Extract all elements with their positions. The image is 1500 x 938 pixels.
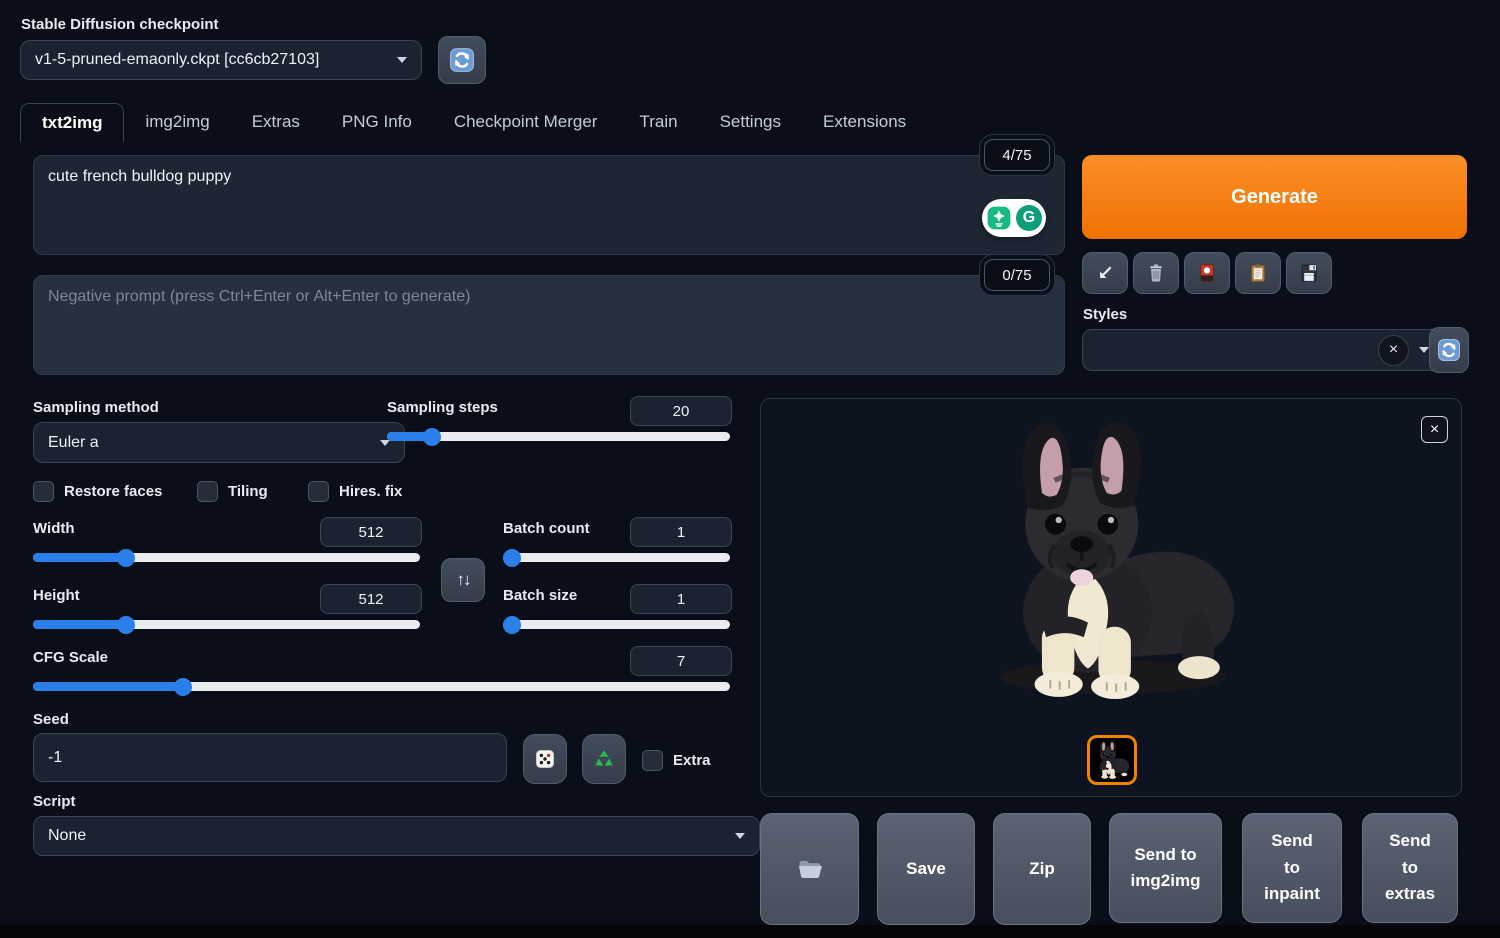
checkpoint-refresh-button[interactable] [438,36,486,84]
random-seed-button[interactable] [523,734,567,784]
tab-extensions[interactable]: Extensions [802,103,927,141]
floppy-disk-icon [1298,262,1320,284]
hires-fix-label: Hires. fix [339,483,403,500]
batch-size-input[interactable]: 1 [630,584,732,614]
zip-button[interactable]: Zip [993,813,1091,925]
height-slider[interactable] [33,615,420,634]
chevron-down-icon [397,57,407,63]
bottom-bar [0,925,1500,938]
script-label: Script [33,793,76,810]
paste-params-button[interactable] [1082,252,1128,294]
extra-networks-button[interactable] [1184,252,1230,294]
grammarly-g-icon: G [1016,205,1042,231]
tab-settings[interactable]: Settings [699,103,802,141]
recycle-icon [592,747,616,771]
height-input[interactable]: 512 [320,584,422,614]
restore-faces-option: Restore faces [33,481,162,502]
extra-seed-checkbox[interactable] [642,750,663,771]
generate-button[interactable]: Generate [1082,155,1467,239]
output-gallery-panel: × [760,398,1462,797]
batch-count-label: Batch count [503,520,590,537]
close-icon: × [1429,420,1440,438]
styles-clear-icon[interactable]: × [1378,334,1409,366]
sampling-method-label: Sampling method [33,399,159,416]
width-label: Width [33,520,75,537]
restore-faces-checkbox[interactable] [33,481,54,502]
send-to-inpaint-button[interactable]: Send to inpaint [1242,813,1342,923]
sampling-method-select[interactable]: Euler a [33,422,405,463]
save-button[interactable]: Save [877,813,975,925]
script-select[interactable]: None [33,816,760,856]
save-style-button[interactable] [1286,252,1332,294]
negative-prompt-token-counter: 0/75 [984,259,1050,291]
chevron-down-icon [735,833,745,839]
restore-faces-label: Restore faces [64,483,163,500]
clear-prompt-button[interactable] [1133,252,1179,294]
send-to-img2img-button[interactable]: Send to img2img [1109,813,1222,923]
grammarly-suggestion-icon [986,205,1012,231]
checkpoint-value: v1-5-pruned-emaonly.ckpt [cc6cb27103] [35,51,320,68]
styles-label: Styles [1083,306,1128,323]
generated-image[interactable] [954,407,1268,721]
sampling-method-value: Euler a [48,433,99,451]
gallery-thumbnail[interactable] [1087,735,1137,785]
cfg-scale-label: CFG Scale [33,649,109,666]
up-down-arrows-icon: ↑↓ [456,570,472,589]
extra-seed-label: Extra [673,752,711,769]
swap-width-height-button[interactable]: ↑↓ [441,558,485,602]
checkpoint-label: Stable Diffusion checkpoint [21,16,219,33]
negative-prompt-input[interactable] [33,275,1065,375]
extra-seed-option: Extra [642,750,711,771]
height-label: Height [33,587,80,604]
folder-icon [796,855,824,883]
styles-select[interactable]: × [1082,329,1444,371]
send-to-extras-button[interactable]: Send to extras [1362,813,1458,923]
tab-extras[interactable]: Extras [231,103,321,141]
tab-checkpoint-merger[interactable]: Checkpoint Merger [433,103,619,141]
width-input[interactable]: 512 [320,517,422,547]
batch-count-slider[interactable] [503,548,730,567]
hires-fix-checkbox[interactable] [308,481,329,502]
thumbnail-image [1090,738,1134,782]
prompt-token-counter: 4/75 [984,139,1050,171]
prompt-input[interactable]: cute french bulldog puppy [33,155,1065,255]
tab-bar: txt2img img2img Extras PNG Info Checkpoi… [20,103,927,142]
batch-count-input[interactable]: 1 [630,517,732,547]
tiling-label: Tiling [228,483,268,500]
tab-img2img[interactable]: img2img [124,103,230,141]
sampling-steps-label: Sampling steps [387,399,498,416]
refresh-icon [449,47,475,73]
batch-size-label: Batch size [503,587,578,604]
arrow-down-left-icon [1094,262,1116,284]
styles-refresh-button[interactable] [1429,327,1469,373]
chevron-down-icon [1419,347,1429,353]
trash-icon [1145,262,1167,284]
cfg-scale-slider[interactable] [33,677,730,696]
refresh-icon [1437,338,1461,362]
checkpoint-select[interactable]: v1-5-pruned-emaonly.ckpt [cc6cb27103] [20,40,422,80]
tab-png-info[interactable]: PNG Info [321,103,433,141]
tab-train[interactable]: Train [618,103,698,141]
tiling-option: Tiling [197,481,268,502]
seed-label: Seed [33,711,69,728]
tiling-checkbox[interactable] [197,481,218,502]
cfg-scale-input[interactable]: 7 [630,646,732,676]
width-slider[interactable] [33,548,420,567]
seed-input[interactable] [33,733,507,782]
sampling-steps-slider[interactable] [387,427,730,446]
stable-diffusion-webui: Stable Diffusion checkpoint v1-5-pruned-… [0,0,1500,938]
apply-style-button[interactable] [1235,252,1281,294]
flower-card-icon [1196,262,1218,284]
batch-size-slider[interactable] [503,615,730,634]
reuse-seed-button[interactable] [582,734,626,784]
grammarly-widget[interactable]: G [982,199,1046,237]
tab-txt2img[interactable]: txt2img [20,103,125,142]
dice-icon [533,747,557,771]
close-gallery-button[interactable]: × [1421,416,1448,443]
sampling-steps-input[interactable]: 20 [630,396,732,426]
hires-fix-option: Hires. fix [308,481,402,502]
script-value: None [48,827,87,844]
clipboard-icon [1247,262,1269,284]
open-folder-button[interactable] [760,813,859,925]
